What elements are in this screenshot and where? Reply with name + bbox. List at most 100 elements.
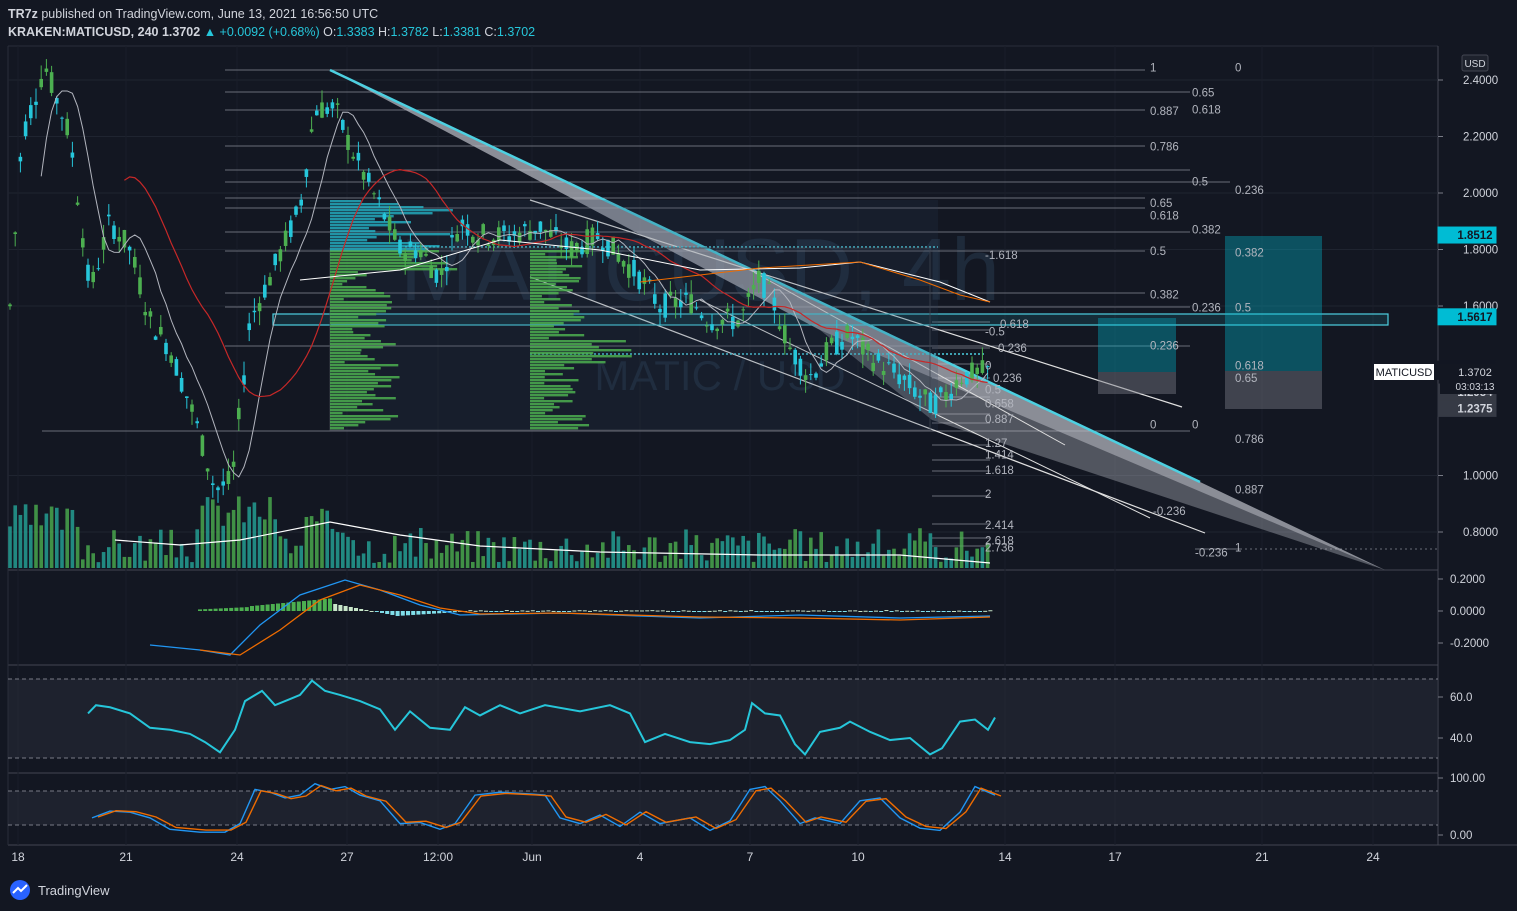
volume-bar: [242, 522, 246, 568]
macd-hist: [593, 610, 598, 612]
candle-body: [403, 253, 407, 261]
volume-bar: [928, 533, 933, 568]
volume-bar: [798, 531, 803, 568]
vp-bar-a: [330, 424, 359, 427]
volume-bar: [725, 535, 730, 568]
candle-body: [304, 169, 309, 177]
vp-bar-b: [530, 283, 556, 286]
vp-bar-a: [330, 364, 399, 367]
candle-body: [8, 304, 12, 307]
macd-hist: [198, 609, 202, 611]
candle-body: [585, 229, 589, 255]
candle-body: [710, 324, 714, 331]
vp-bar-b: [530, 304, 572, 307]
fib-label-24: 0.236: [993, 373, 1022, 385]
candle-body: [211, 483, 215, 485]
macd-hist: [842, 611, 847, 612]
volume-bar: [107, 547, 111, 568]
macd-hist: [369, 610, 374, 612]
macd-hist: [702, 611, 707, 612]
candle-body: [840, 341, 844, 350]
footer-brand[interactable]: TradingView: [8, 880, 110, 900]
candle-body: [939, 387, 943, 393]
macd-hist: [556, 611, 561, 612]
ytick-label-0: 2.4000: [1463, 75, 1498, 87]
fib-label-13: -1.618: [985, 250, 1018, 262]
candle-body: [429, 265, 433, 279]
ytick-label-2: 2.0000: [1463, 188, 1498, 200]
volume-bar: [538, 541, 543, 568]
xtick-label-3: 27: [340, 850, 354, 864]
candle-body: [387, 216, 392, 231]
fib-label-40: 1: [1235, 543, 1241, 555]
vp-bar-a: [330, 295, 391, 298]
candle-body: [247, 323, 251, 331]
macd-hist: [551, 610, 556, 612]
vp-bar-b: [530, 319, 581, 322]
chart-canvas[interactable]: MATICUSD, 4h MATIC / USD 1 00.650.887 0.61…: [0, 0, 1517, 911]
macd-hist: [660, 610, 665, 612]
candle-body: [221, 481, 225, 486]
volume-bar: [346, 536, 350, 568]
candle-body: [658, 308, 662, 313]
vp-bar-b: [530, 391, 576, 394]
volume-bar: [169, 529, 173, 568]
candle-body: [621, 261, 626, 267]
volume-bar: [980, 547, 985, 568]
macd-hist: [988, 610, 993, 612]
fib-label-30: 1.27: [985, 438, 1007, 450]
candle-body: [13, 232, 17, 234]
macd-hist: [900, 611, 904, 612]
vp-bar-b: [530, 292, 559, 295]
volume-bar: [840, 555, 844, 568]
candle-body: [954, 380, 959, 388]
candle-body: [809, 374, 813, 376]
macd-hist: [432, 611, 436, 614]
volume-bar: [528, 539, 532, 568]
trend-drawings[interactable]: [42, 68, 1438, 570]
candle-body: [419, 250, 423, 258]
vp-bar-a: [330, 286, 367, 289]
fib-label-16: 0.5: [1235, 302, 1251, 314]
vp-bar-a: [330, 367, 381, 370]
volume-bar: [387, 562, 392, 568]
vp-bar-a: [330, 376, 400, 379]
candle-body: [751, 284, 756, 290]
vp-bar-c: [330, 230, 376, 233]
fib-label-7: 0.236: [1235, 185, 1264, 197]
candle-body: [361, 171, 366, 180]
macd-hist: [894, 610, 899, 612]
macd-hist: [848, 610, 852, 612]
time-axis[interactable]: 18 21 24 27 12:00 Jun 4 7 10 14 17 21 24: [11, 850, 1380, 864]
candle-body: [299, 199, 303, 206]
volume-bar: [606, 557, 610, 568]
macd-hist: [629, 610, 634, 612]
vp-bar-b: [530, 415, 586, 418]
candle-body: [367, 172, 371, 182]
macd-hist: [780, 611, 785, 612]
volume-bar: [637, 559, 641, 568]
candle-body: [523, 224, 527, 227]
candle-body: [377, 197, 381, 200]
volume-bar: [13, 505, 17, 568]
vp-bar-a: [330, 352, 361, 355]
volume-bar: [471, 561, 475, 568]
fib-label-23: 0.65: [1235, 373, 1257, 385]
volume-bar: [611, 531, 615, 568]
vp-bar-b: [530, 313, 574, 316]
vp-bar-a: [330, 322, 379, 325]
macd-hist: [863, 610, 868, 612]
price-axis[interactable]: USD 2.40002.20002.00001.80001.60001.0000…: [1437, 54, 1498, 842]
macd-hist: [733, 610, 738, 612]
volume-bar: [315, 521, 319, 568]
candle-body: [481, 224, 485, 235]
candle-body: [117, 236, 121, 242]
candle-body: [897, 374, 901, 385]
volume-bar: [835, 546, 839, 568]
xtick-label-8: 10: [851, 850, 865, 864]
volume-bar: [710, 542, 714, 568]
macd-hist: [437, 611, 442, 614]
macd-hist: [946, 611, 951, 612]
macd-hist: [962, 611, 967, 612]
candle-body: [975, 367, 979, 375]
